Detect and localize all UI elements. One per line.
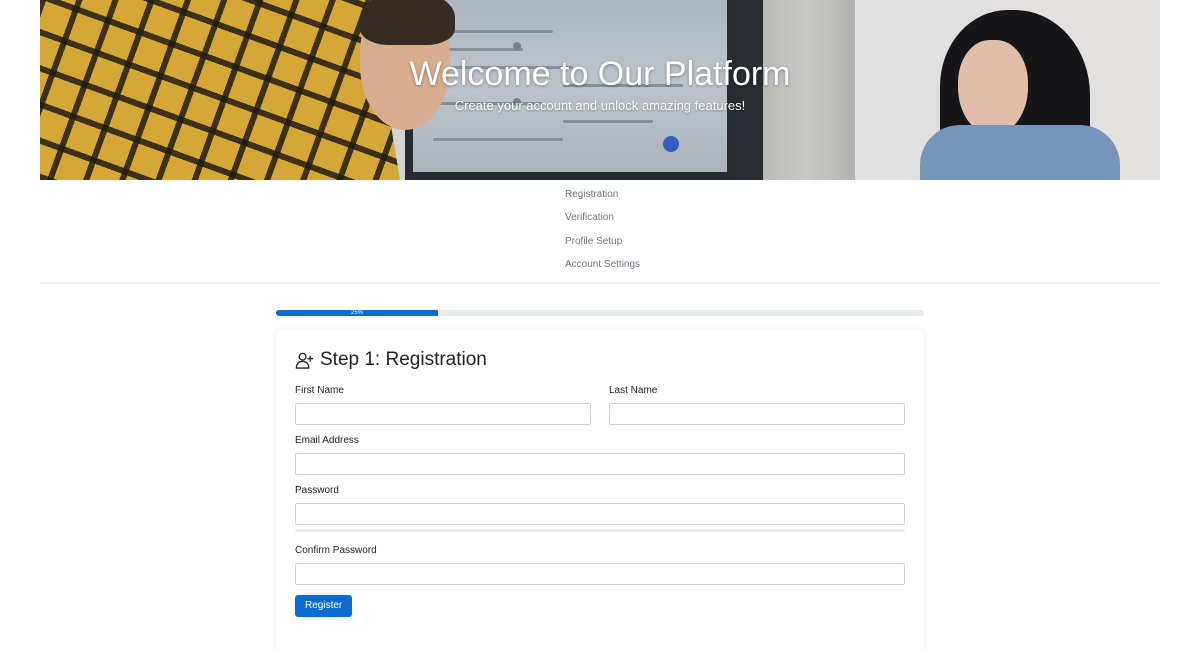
first-name-group: First Name	[295, 385, 591, 425]
password-input[interactable]	[295, 503, 905, 525]
password-group: Password	[295, 485, 905, 532]
step-link-profile-setup[interactable]: Profile Setup	[565, 233, 765, 256]
email-group: Email Address	[295, 435, 905, 475]
last-name-label: Last Name	[609, 385, 658, 396]
card-title: Step 1: Registration	[295, 348, 905, 372]
first-name-label: First Name	[295, 385, 344, 396]
register-button[interactable]: Register	[295, 595, 353, 617]
registration-card: Step 1: Registration First Name Last Nam…	[276, 330, 924, 650]
progress-fill: 25%	[276, 310, 438, 316]
progress-bar: 25%	[276, 310, 924, 316]
confirm-password-group: Confirm Password	[295, 545, 905, 585]
step-link-verification[interactable]: Verification	[565, 209, 765, 232]
last-name-group: Last Name	[609, 385, 905, 425]
password-label: Password	[295, 485, 339, 496]
password-strength-meter	[295, 529, 905, 532]
hero-subtitle: Create your account and unlock amazing f…	[454, 98, 746, 113]
confirm-password-input[interactable]	[295, 563, 905, 585]
section-divider	[40, 282, 1160, 284]
email-label: Email Address	[295, 435, 359, 446]
last-name-input[interactable]	[609, 403, 905, 425]
card-title-text: Step 1: Registration	[320, 349, 487, 370]
first-name-input[interactable]	[295, 403, 591, 425]
email-input[interactable]	[295, 453, 905, 475]
step-link-registration[interactable]: Registration	[565, 186, 765, 209]
user-plus-icon	[295, 352, 314, 369]
confirm-password-label: Confirm Password	[295, 545, 377, 556]
steps-nav: Registration Verification Profile Setup …	[565, 186, 765, 279]
hero-title: Welcome to Our Platform	[409, 55, 791, 93]
hero-banner: Welcome to Our Platform Create your acco…	[40, 0, 1160, 180]
step-link-account-settings[interactable]: Account Settings	[565, 256, 765, 279]
